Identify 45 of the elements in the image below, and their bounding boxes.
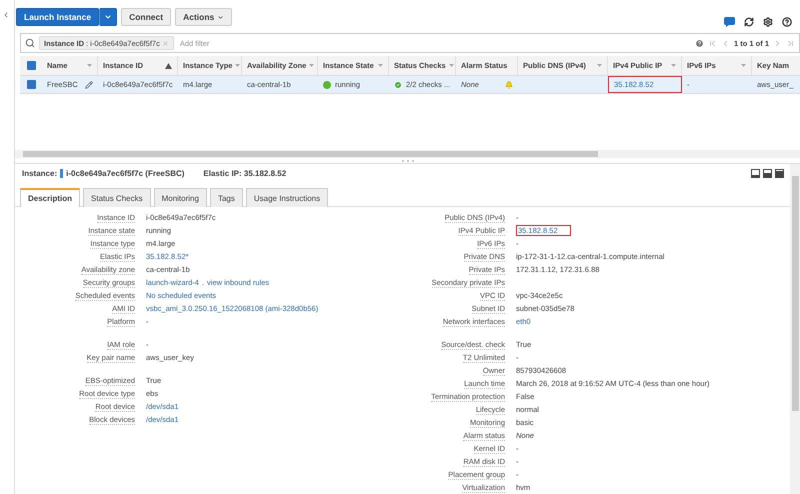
chat-icon[interactable] xyxy=(724,17,735,27)
tab[interactable]: Tags xyxy=(210,188,243,207)
check-icon xyxy=(394,80,402,88)
tab[interactable]: Usage Instructions xyxy=(246,188,328,207)
close-icon[interactable] xyxy=(162,40,169,46)
column-menu-icon[interactable] xyxy=(671,64,676,67)
tab[interactable]: Description xyxy=(20,188,80,207)
help-icon[interactable] xyxy=(782,17,792,27)
next-page-icon[interactable] xyxy=(773,38,782,48)
elastic-ip-text: Elastic IP: 35.182.8.52 xyxy=(203,168,286,178)
chevron-left-icon xyxy=(2,11,10,19)
dropdown-button[interactable] xyxy=(99,8,118,26)
vertical-scrollbar[interactable] xyxy=(790,164,800,494)
column-menu-icon[interactable] xyxy=(87,64,92,67)
instance-marker xyxy=(60,168,64,178)
horizontal-scrollbar[interactable] xyxy=(15,150,800,158)
panel-layout-icon[interactable] xyxy=(763,168,772,178)
select-all-checkbox[interactable] xyxy=(26,61,36,70)
caret-icon xyxy=(217,14,224,20)
menu-button[interactable]: Actions xyxy=(175,8,232,26)
refresh-icon[interactable] xyxy=(744,17,754,27)
pencil-icon[interactable] xyxy=(85,80,93,88)
last-page-icon[interactable] xyxy=(786,38,795,48)
panel-layout-icon[interactable] xyxy=(775,168,784,178)
column-menu-icon[interactable] xyxy=(597,64,602,67)
first-page-icon[interactable] xyxy=(708,38,717,48)
toolbar-button[interactable]: Connect xyxy=(121,8,172,26)
column-menu-icon[interactable] xyxy=(235,64,240,67)
launch-button[interactable]: Launch Instance xyxy=(16,8,100,26)
row-checkbox[interactable] xyxy=(26,80,36,89)
instance-title: i-0c8e649a7ec6f5f7c (FreeSBC) xyxy=(66,168,184,178)
drag-handle-icon[interactable] xyxy=(402,160,414,162)
caret-icon xyxy=(104,13,112,21)
column-menu-icon[interactable] xyxy=(448,64,454,67)
column-menu-icon[interactable] xyxy=(741,64,746,67)
sort-ascending-icon xyxy=(165,62,172,68)
column-menu-icon[interactable] xyxy=(309,64,314,67)
tab[interactable]: Status Checks xyxy=(83,188,151,207)
settings-icon[interactable] xyxy=(763,17,773,27)
search-icon xyxy=(25,38,35,48)
bell-icon[interactable] xyxy=(505,80,513,88)
tab[interactable]: Monitoring xyxy=(154,188,207,207)
instance-label: Instance: xyxy=(22,168,58,178)
panel-layout-icon[interactable] xyxy=(751,168,760,178)
column-menu-icon[interactable] xyxy=(378,64,383,67)
